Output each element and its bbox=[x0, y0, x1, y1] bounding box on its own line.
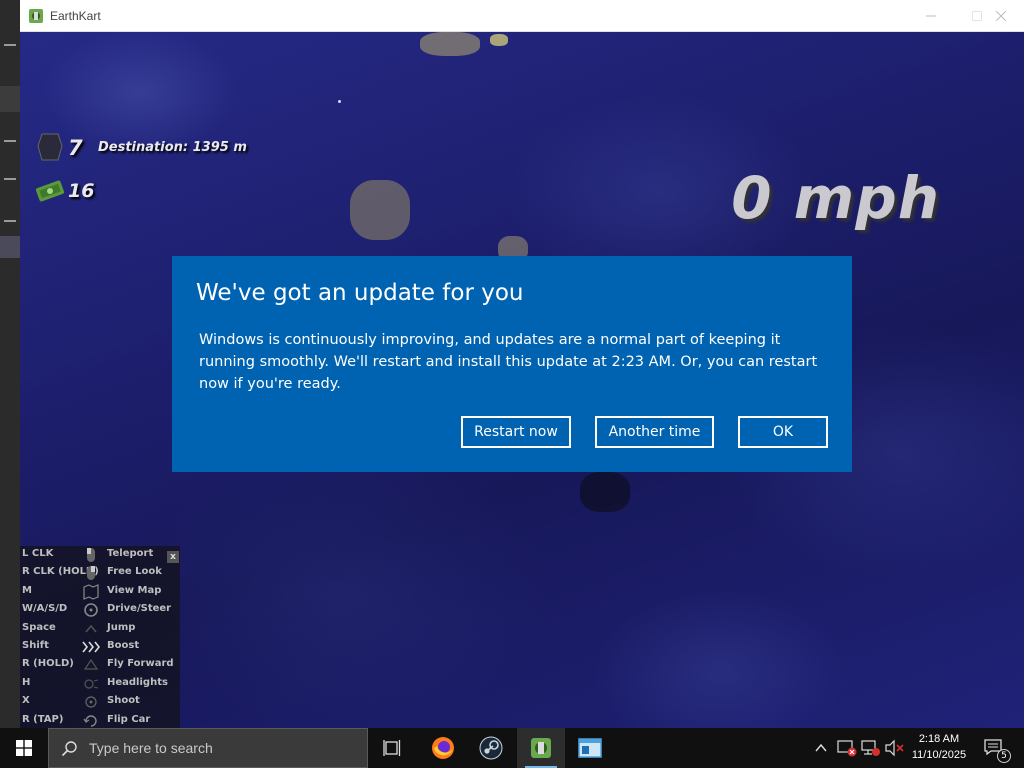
background-window-strip bbox=[0, 0, 20, 728]
terrain-rock bbox=[490, 34, 508, 46]
close-icon bbox=[996, 11, 1006, 21]
control-key: Shift bbox=[22, 640, 49, 651]
start-button[interactable] bbox=[0, 728, 48, 768]
controls-row: Shift Boost bbox=[20, 638, 180, 656]
clock-time: 2:18 AM bbox=[918, 733, 960, 745]
terrain-rock bbox=[350, 180, 410, 240]
strip-mark bbox=[4, 44, 16, 46]
control-key: L CLK bbox=[22, 548, 54, 559]
search-placeholder: Type here to search bbox=[89, 740, 213, 756]
terrain-shadow bbox=[580, 472, 630, 512]
task-view-icon bbox=[383, 740, 401, 756]
control-action: Boost bbox=[107, 640, 140, 651]
cash-value: 16 bbox=[68, 180, 95, 202]
control-key: R (TAP) bbox=[22, 713, 64, 725]
controls-row: R (HOLD) Fly Forward bbox=[20, 656, 180, 674]
controls-row: R CLK (HOLD) Free Look bbox=[20, 564, 180, 582]
action-center-button[interactable]: 5 bbox=[978, 728, 1024, 768]
update-dialog: We've got an update for you Windows is c… bbox=[172, 256, 852, 472]
controls-legend: x L CLK Teleport R CLK (HOLD) Free Look M Vie… bbox=[20, 546, 180, 728]
notification-badge: 5 bbox=[997, 749, 1011, 763]
network-icon[interactable] bbox=[861, 739, 881, 757]
destination-distance: Destination: 1395 m bbox=[98, 140, 247, 155]
dialog-body: Windows is continuously improving, and u… bbox=[199, 332, 818, 392]
counter-value: 7 bbox=[68, 136, 83, 160]
mouse-left-icon bbox=[87, 548, 95, 562]
control-action: Fly Forward bbox=[107, 658, 174, 670]
controls-row: R (TAP) Flip Car bbox=[20, 712, 180, 730]
map-icon bbox=[83, 583, 99, 600]
strip-mark bbox=[4, 220, 16, 222]
shoot-icon bbox=[85, 696, 97, 708]
chevron-up-icon[interactable] bbox=[815, 742, 827, 754]
task-view-button[interactable] bbox=[368, 728, 416, 768]
cash-icon bbox=[35, 180, 65, 202]
control-action: View Map bbox=[107, 584, 162, 596]
strip-mark bbox=[4, 140, 16, 142]
dialog-heading: We've got an update for you bbox=[196, 280, 524, 306]
controls-row: M View Map bbox=[20, 583, 180, 601]
boost-chevrons-icon bbox=[82, 641, 100, 653]
control-action: Shoot bbox=[107, 695, 140, 707]
screen: EarthKart 7 Destination: 1395 m 16 0 mph… bbox=[0, 0, 1024, 768]
strip-block bbox=[0, 86, 20, 112]
controls-row: L CLK Teleport bbox=[20, 546, 180, 564]
control-key: H bbox=[22, 676, 31, 688]
close-button[interactable] bbox=[978, 0, 1024, 32]
headlight-icon bbox=[84, 679, 99, 689]
taskbar-earthkart[interactable] bbox=[517, 728, 565, 768]
steering-icon bbox=[84, 603, 98, 617]
taskbar-firefox[interactable] bbox=[419, 728, 467, 768]
controls-row: X Shoot bbox=[20, 693, 180, 711]
security-alert-icon[interactable] bbox=[837, 739, 857, 757]
ok-button[interactable]: OK bbox=[738, 416, 828, 448]
another-time-button[interactable]: Another time bbox=[595, 416, 714, 448]
taskbar-steam[interactable] bbox=[467, 728, 515, 768]
title-bar[interactable]: EarthKart bbox=[20, 0, 1024, 32]
control-action: Drive/Steer bbox=[107, 603, 172, 615]
taskbar-search-box[interactable]: Type here to search bbox=[48, 728, 368, 768]
taskbar-file-explorer[interactable] bbox=[566, 728, 614, 768]
control-key: R (HOLD) bbox=[22, 658, 74, 670]
search-icon bbox=[61, 741, 77, 757]
restart-now-button[interactable]: Restart now bbox=[461, 416, 571, 448]
minimize-button[interactable] bbox=[908, 0, 954, 32]
windows-logo-icon bbox=[16, 740, 32, 756]
earthkart-app-icon bbox=[531, 738, 551, 758]
controls-row: Space Jump bbox=[20, 620, 180, 638]
speaker-muted-icon[interactable] bbox=[885, 739, 905, 757]
jump-icon bbox=[85, 624, 97, 633]
control-action: Free Look bbox=[107, 566, 162, 578]
control-action: Flip Car bbox=[107, 713, 151, 725]
control-action: Teleport bbox=[107, 548, 154, 559]
steam-icon bbox=[479, 736, 503, 760]
control-action: Headlights bbox=[107, 676, 168, 688]
minimize-icon bbox=[926, 15, 936, 17]
control-key: M bbox=[22, 584, 32, 596]
flip-icon bbox=[83, 714, 97, 727]
taskbar-clock[interactable]: 2:18 AM 11/10/2025 bbox=[904, 731, 974, 763]
counter-icon bbox=[37, 133, 63, 161]
speedometer: 0 mph bbox=[731, 164, 940, 232]
mouse-right-icon bbox=[87, 566, 95, 581]
earthkart-app-icon bbox=[29, 9, 43, 23]
control-key: W/A/S/D bbox=[22, 603, 68, 615]
fly-icon bbox=[83, 659, 99, 670]
controls-row: W/A/S/D Drive/Steer bbox=[20, 601, 180, 619]
strip-block bbox=[0, 236, 20, 258]
controls-row: H Headlights bbox=[20, 675, 180, 693]
window-title: EarthKart bbox=[50, 9, 101, 23]
firefox-icon bbox=[432, 737, 454, 759]
control-action: Jump bbox=[107, 621, 136, 633]
control-key: Space bbox=[22, 621, 56, 633]
control-key: X bbox=[22, 695, 30, 707]
terrain-rock bbox=[420, 32, 480, 56]
window-app-icon bbox=[578, 738, 602, 758]
terrain-speck bbox=[338, 100, 341, 103]
taskbar: Type here to search 2:18 AM 11/10/2025 5 bbox=[0, 728, 1024, 768]
clock-date: 11/10/2025 bbox=[911, 749, 967, 761]
strip-mark bbox=[4, 178, 16, 180]
